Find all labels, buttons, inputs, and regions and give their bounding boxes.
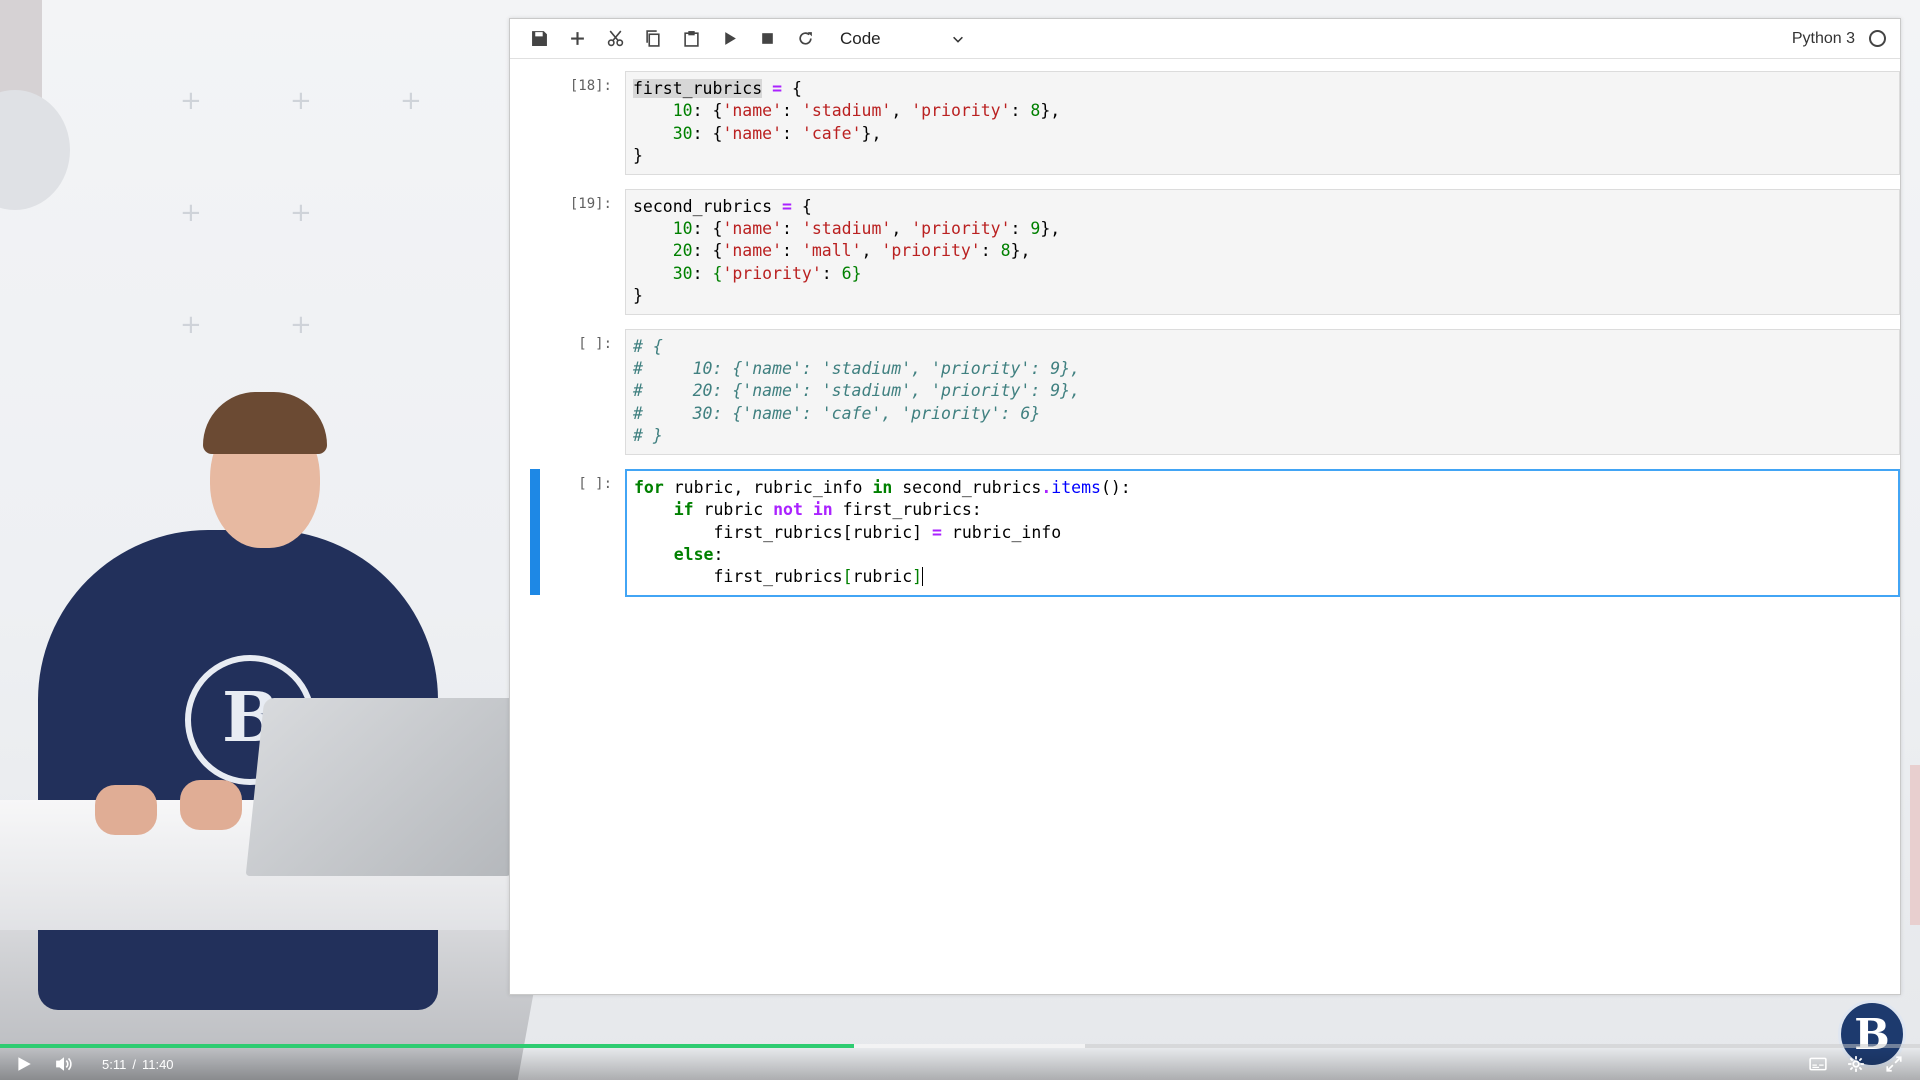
background-plus-decoration: + — [180, 198, 202, 228]
interrupt-button[interactable] — [748, 23, 786, 55]
cell-type-select[interactable]: Code — [840, 29, 965, 49]
background-plus-decoration: + — [180, 310, 202, 340]
cell-prompt: [19]: — [569, 195, 612, 212]
fullscreen-icon — [1886, 1056, 1902, 1072]
notebook-window: Code Python 3 [18]: first_rubrics = { 10… — [509, 18, 1901, 995]
save-button[interactable] — [520, 23, 558, 55]
time-separator: / — [132, 1056, 136, 1072]
volume-button[interactable] — [52, 1052, 76, 1076]
cell-code: second_rubrics = { 10: {'name': 'stadium… — [633, 196, 1061, 306]
presenter-hair — [203, 392, 327, 454]
kernel-status-icon — [1869, 30, 1886, 47]
volume-icon — [56, 1057, 72, 1071]
cell-prompt: [ ]: — [578, 475, 612, 492]
paste-button[interactable] — [672, 23, 710, 55]
code-cell[interactable]: [19]: second_rubrics = { 10: {'name': 's… — [510, 188, 1900, 315]
cell-code: # { # 10: {'name': 'stadium', 'priority'… — [633, 336, 1081, 446]
video-controls: 5:11 / 11:40 — [0, 1048, 1920, 1080]
video-frame: + + + + + + + B Code Python 3 [18]: firs… — [0, 0, 1920, 1080]
cell-prompt: [18]: — [569, 78, 612, 94]
save-icon — [531, 31, 547, 46]
background-plus-decoration: + — [290, 310, 312, 340]
cell-input[interactable]: second_rubrics = { 10: {'name': 'stadium… — [625, 188, 1900, 315]
kernel-name: Python 3 — [1791, 29, 1855, 47]
cell-type-value: Code — [840, 28, 881, 48]
code-cell[interactable]: [18]: first_rubrics = { 10: {'name': 'st… — [510, 71, 1900, 175]
stop-icon — [761, 33, 773, 44]
presenter-hand — [180, 780, 242, 830]
notebook-cells: [18]: first_rubrics = { 10: {'name': 'st… — [510, 71, 1900, 611]
run-button[interactable] — [710, 23, 748, 55]
restart-icon — [798, 32, 812, 45]
code-cell[interactable]: [ ]: # { # 10: {'name': 'stadium', 'prio… — [510, 328, 1900, 455]
play-icon — [18, 1057, 31, 1071]
cell-input[interactable]: # { # 10: {'name': 'stadium', 'priority'… — [625, 328, 1900, 455]
plus-icon — [570, 32, 584, 45]
copy-button[interactable] — [634, 23, 672, 55]
cut-icon — [607, 30, 623, 47]
insert-cell-button[interactable] — [558, 23, 596, 55]
video-controls-right — [1806, 1052, 1920, 1076]
fullscreen-button[interactable] — [1882, 1052, 1906, 1076]
subtitles-button[interactable] — [1806, 1052, 1830, 1076]
background-plus-decoration: + — [290, 86, 312, 116]
kernel-indicator: Python 3 — [1792, 30, 1900, 48]
cell-prompt: [ ]: — [578, 335, 612, 352]
subtitles-icon — [1809, 1057, 1827, 1071]
background-plus-decoration: + — [180, 86, 202, 116]
total-time: 11:40 — [141, 1056, 174, 1072]
chevron-down-icon — [953, 36, 963, 43]
paste-icon — [683, 31, 699, 47]
cell-code: first_rubrics = { 10: {'name': 'stadium'… — [633, 79, 1061, 166]
restart-button[interactable] — [786, 23, 824, 55]
laptop — [245, 698, 530, 876]
background-arc — [0, 90, 70, 210]
presenter-hand — [95, 785, 157, 835]
notebook-toolbar: Code Python 3 — [510, 19, 1900, 59]
background-plus-decoration: + — [290, 198, 312, 228]
cell-input[interactable]: for rubric, rubric_info in second_rubric… — [625, 468, 1900, 597]
copy-icon — [645, 30, 660, 47]
play-button[interactable] — [12, 1052, 36, 1076]
settings-icon — [1848, 1056, 1864, 1072]
settings-button[interactable] — [1844, 1052, 1868, 1076]
cell-code: for rubric, rubric_info in second_rubric… — [634, 477, 1131, 587]
active-code-cell[interactable]: [ ]: for rubric, rubric_info in second_r… — [510, 468, 1900, 597]
background-plus-decoration: + — [400, 86, 422, 116]
current-time: 5:11 — [102, 1056, 127, 1072]
run-icon — [724, 32, 736, 45]
cell-input[interactable]: first_rubrics = { 10: {'name': 'stadium'… — [625, 71, 1900, 175]
background-stripe — [1910, 765, 1920, 925]
cut-button[interactable] — [596, 23, 634, 55]
